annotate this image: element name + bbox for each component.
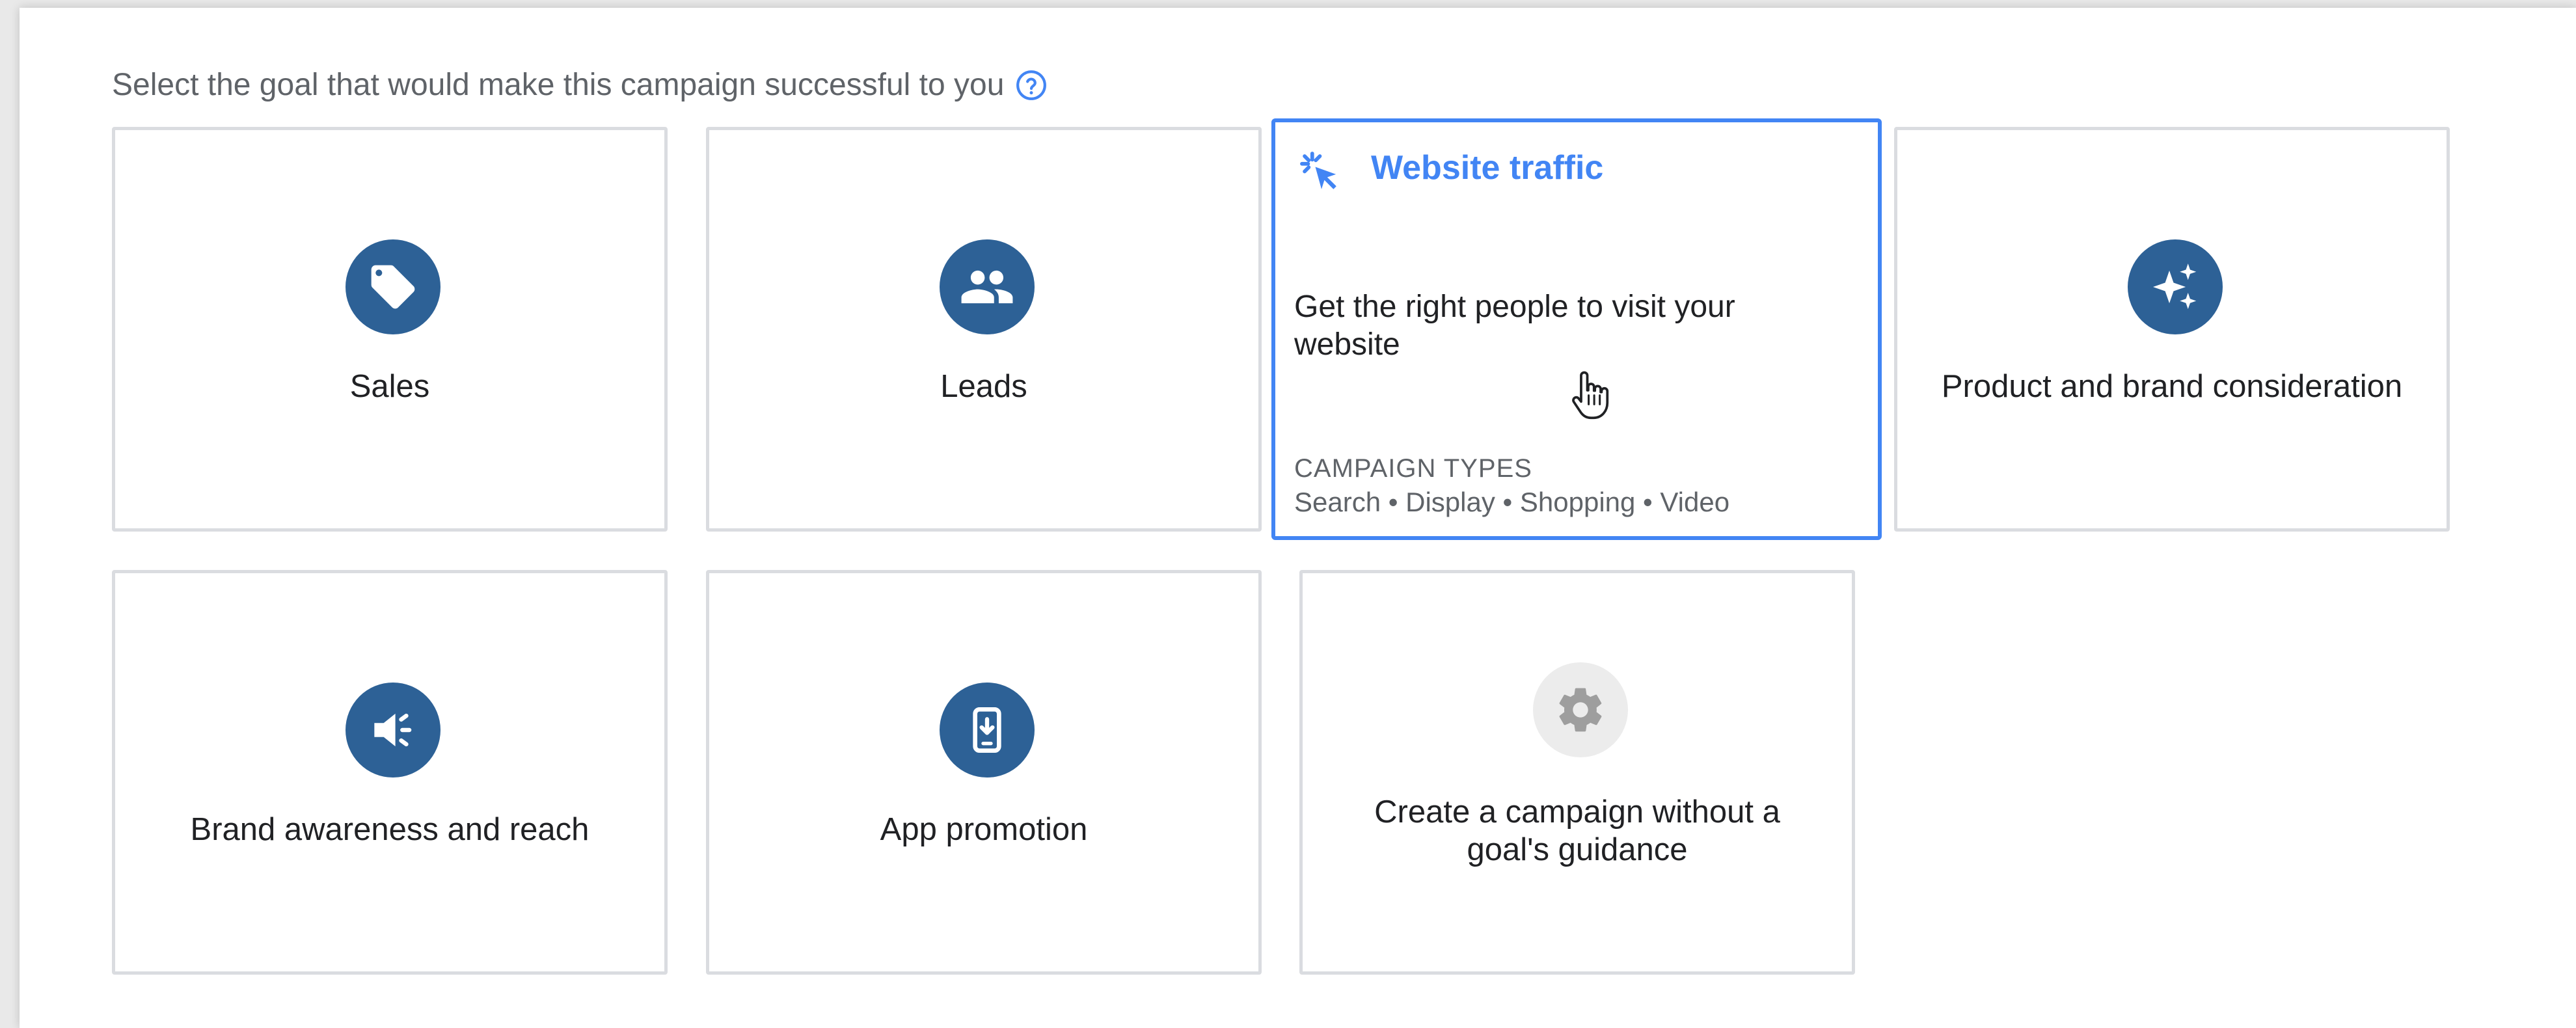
- cursor-click-icon: [1297, 148, 1346, 198]
- goal-card-no-goal[interactable]: Create a campaign without a goal's guida…: [1299, 570, 1855, 975]
- goal-card-product-brand-consideration[interactable]: Product and brand consideration: [1894, 127, 2450, 532]
- goal-card-sales[interactable]: Sales: [112, 127, 668, 532]
- campaign-types-list: Search • Display • Shopping • Video: [1294, 487, 1730, 517]
- goal-description: Get the right people to visit your websi…: [1294, 290, 1735, 362]
- tag-icon: [346, 239, 441, 334]
- goal-label-sales: Sales: [349, 369, 430, 404]
- sparkle-icon: [2128, 239, 2223, 334]
- megaphone-icon: [346, 683, 441, 778]
- goal-label-brand-awareness: Brand awareness and reach: [190, 812, 590, 847]
- goal-card-website-traffic[interactable]: Website traffic Get the right people to …: [1271, 118, 1882, 540]
- goal-label-no-goal: Create a campaign without a goal's guida…: [1374, 794, 1780, 867]
- goal-label-app-promotion: App promotion: [880, 812, 1088, 847]
- phone-download-icon: [940, 683, 1035, 778]
- hand-cursor-icon: [1568, 368, 1614, 421]
- goal-label-product-brand-consideration: Product and brand consideration: [1941, 369, 2403, 404]
- goal-card-app-promotion[interactable]: App promotion: [706, 570, 1262, 975]
- goal-prompt-text: Select the goal that would make this cam…: [112, 68, 1005, 102]
- campaign-types-label: CAMPAIGN TYPES: [1294, 454, 1532, 483]
- goal-label-website-traffic: Website traffic: [1371, 149, 1604, 187]
- goal-prompt: Select the goal that would make this cam…: [112, 67, 1048, 103]
- goal-label-leads: Leads: [940, 369, 1027, 404]
- goal-card-brand-awareness[interactable]: Brand awareness and reach: [112, 570, 668, 975]
- gear-icon: [1533, 662, 1628, 757]
- help-circle-icon[interactable]: [1014, 68, 1048, 102]
- people-icon: [940, 239, 1035, 334]
- goal-card-leads[interactable]: Leads: [706, 127, 1262, 532]
